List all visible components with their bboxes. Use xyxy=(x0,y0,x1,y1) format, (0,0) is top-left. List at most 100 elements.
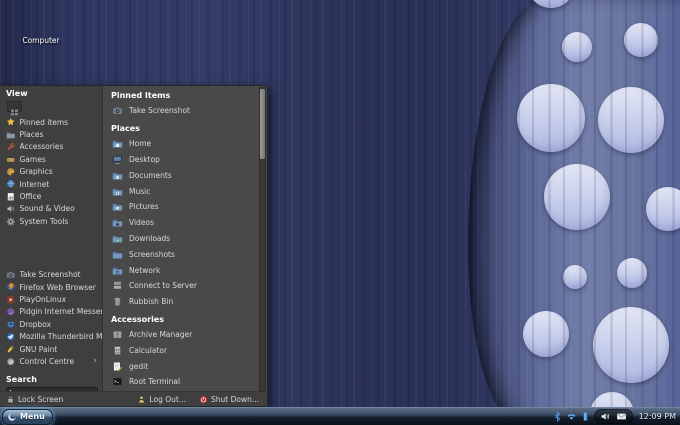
category-pinned-items[interactable]: Pinned items xyxy=(6,116,102,128)
menu-item-root-terminal[interactable]: Root Terminal xyxy=(103,374,267,390)
menu-footer: Lock Screen Log Out... Shut Down... xyxy=(0,391,267,406)
archive-icon xyxy=(112,329,123,340)
category-internet[interactable]: Internet xyxy=(6,178,102,190)
calculator-icon xyxy=(112,345,123,356)
wallpaper-circle xyxy=(544,164,610,230)
menu-item-connect-to-server[interactable]: Connect to Server xyxy=(103,278,267,294)
clock[interactable]: 12:09 PM xyxy=(639,412,676,421)
wifi-icon[interactable] xyxy=(566,411,577,422)
trash-icon xyxy=(112,296,123,307)
item-label: Pinned items xyxy=(19,117,69,127)
chevron-right-icon: › xyxy=(93,355,97,366)
category-places[interactable]: Places xyxy=(6,128,102,140)
folder-home-icon xyxy=(112,138,123,149)
folder-plain-icon xyxy=(112,249,123,260)
item-label: Network xyxy=(129,265,161,275)
search-label: Search xyxy=(6,374,37,384)
bluetooth-icon[interactable] xyxy=(552,411,563,422)
thunderbird-icon xyxy=(6,332,16,342)
item-label: Firefox Web Browser xyxy=(19,282,96,292)
menu-item-pictures[interactable]: Pictures xyxy=(103,199,267,215)
item-label: Computer xyxy=(22,36,60,45)
category-games[interactable]: Games xyxy=(6,153,102,165)
gedit-icon xyxy=(112,361,123,372)
audio-device-icon[interactable] xyxy=(580,411,591,422)
wallpaper-circle xyxy=(523,311,569,357)
item-label: Internet xyxy=(19,179,50,189)
shut-down-icon xyxy=(199,395,208,404)
menu-item-calculator[interactable]: Calculator xyxy=(103,342,267,358)
menu-button[interactable]: Menu xyxy=(2,408,53,425)
menu-item-rubbish-bin[interactable]: Rubbish Bin xyxy=(103,294,267,310)
volume-icon[interactable] xyxy=(600,411,611,422)
item-label: Downloads xyxy=(129,233,171,243)
item-label: Dropbox xyxy=(19,319,52,329)
firefox-icon xyxy=(6,282,16,292)
folder-pictures-icon xyxy=(112,201,123,212)
menu-item-archive-manager[interactable]: Archive Manager xyxy=(103,327,267,343)
favorite-firefox-web-browser[interactable]: Firefox Web Browser xyxy=(6,281,102,293)
menu-item-desktop[interactable]: Desktop xyxy=(103,152,267,168)
item-label: Control Centre xyxy=(19,356,75,366)
tray-notification-area xyxy=(593,409,633,424)
item-label: Take Screenshot xyxy=(129,106,190,116)
menu-item-gedit[interactable]: gedit xyxy=(103,358,267,374)
menu-item-documents[interactable]: Documents xyxy=(103,167,267,183)
shut-down-label: Shut Down... xyxy=(211,394,259,404)
item-label: Graphics xyxy=(19,167,53,177)
menu-item-screenshots[interactable]: Screenshots xyxy=(103,246,267,262)
mail-icon[interactable] xyxy=(616,411,627,422)
item-label: Rubbish Bin xyxy=(129,297,174,307)
camera-icon xyxy=(6,270,16,280)
speaker-icon xyxy=(6,204,16,214)
favorite-gnu-paint[interactable]: GNU Paint xyxy=(6,343,102,355)
menu-item-home[interactable]: Home xyxy=(103,136,267,152)
menu-item-downloads[interactable]: Downloads xyxy=(103,231,267,247)
scrollbar-thumb[interactable] xyxy=(260,89,265,159)
log-out-button[interactable]: Log Out... xyxy=(137,395,186,404)
category-system-tools[interactable]: System Tools xyxy=(6,215,102,227)
scrollbar[interactable] xyxy=(259,87,266,391)
desktop-monitor-icon xyxy=(112,154,123,165)
wrench-icon xyxy=(6,142,16,152)
favorite-take-screenshot[interactable]: Take Screenshot xyxy=(6,269,102,281)
item-label: Archive Manager xyxy=(129,329,193,339)
favorite-dropbox[interactable]: Dropbox xyxy=(6,318,102,330)
item-label: Pidgin Internet Messenger xyxy=(19,307,103,317)
view-header: View xyxy=(6,89,28,98)
view-toggle-button[interactable] xyxy=(7,101,22,116)
category-sound-video[interactable]: Sound & Video xyxy=(6,203,102,215)
item-label: Accessories xyxy=(19,142,64,152)
wallpaper-circle xyxy=(617,258,647,288)
lock-screen-button[interactable]: Lock Screen xyxy=(6,395,63,404)
menu-applications-panel: Pinned Items Take Screenshot Places Home Des… xyxy=(102,86,267,393)
shut-down-button[interactable]: Shut Down... xyxy=(199,395,259,404)
category-accessories[interactable]: Accessories xyxy=(6,141,102,153)
office-icon xyxy=(6,192,16,202)
category-graphics[interactable]: Graphics xyxy=(6,166,102,178)
item-label: gedit xyxy=(129,361,149,371)
favorite-control-centre[interactable]: Control Centre › xyxy=(6,355,102,367)
lock-icon xyxy=(6,395,15,404)
item-label: Music xyxy=(129,186,151,196)
favorite-playonlinux[interactable]: PlayOnLinux xyxy=(6,293,102,305)
wallpaper-circle xyxy=(517,84,585,152)
camera-icon xyxy=(112,105,123,116)
item-label: Office xyxy=(19,192,42,202)
menu-item-music[interactable]: Music xyxy=(103,183,267,199)
folder-network-icon xyxy=(112,265,123,276)
wallpaper-circle xyxy=(563,265,587,289)
server-icon xyxy=(112,280,123,291)
lock-screen-label: Lock Screen xyxy=(18,394,64,404)
places-folder-icon xyxy=(6,130,16,140)
menu-item-network[interactable]: Network xyxy=(103,262,267,278)
item-label: PlayOnLinux xyxy=(19,294,67,304)
item-label: Places xyxy=(19,130,44,140)
menu-item-take-screenshot[interactable]: Take Screenshot xyxy=(103,103,267,119)
desktop-icon-computer[interactable]: Computer xyxy=(12,6,70,45)
category-office[interactable]: Office xyxy=(6,190,102,202)
favorite-pidgin-internet-messenger[interactable]: Pidgin Internet Messenger xyxy=(6,306,102,318)
favorite-mozilla-thunderbird-mail-news[interactable]: Mozilla Thunderbird Mail/News xyxy=(6,330,102,342)
item-label: Videos xyxy=(129,218,154,228)
menu-item-videos[interactable]: Videos xyxy=(103,215,267,231)
